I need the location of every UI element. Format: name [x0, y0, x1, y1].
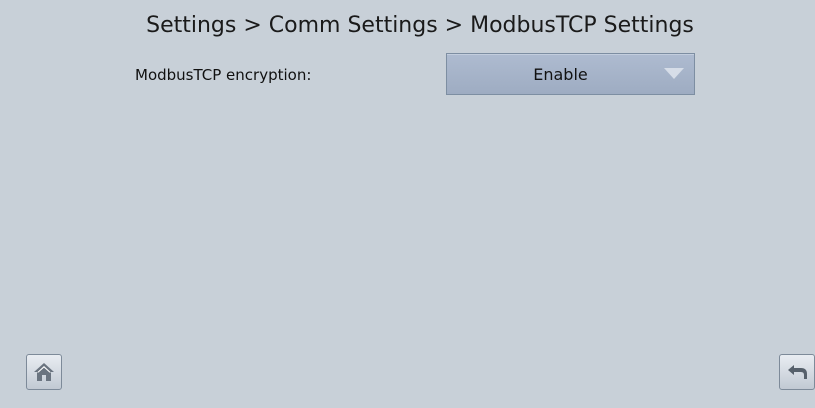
dropdown-arrow-icon: [664, 68, 684, 79]
modbustcp-encryption-value: Enable: [533, 65, 588, 84]
home-button[interactable]: [26, 354, 62, 390]
modbustcp-encryption-select[interactable]: Enable: [446, 53, 695, 95]
settings-screen: Settings > Comm Settings > ModbusTCP Set…: [0, 0, 815, 408]
home-icon: [34, 363, 54, 381]
breadcrumb: Settings > Comm Settings > ModbusTCP Set…: [146, 13, 694, 38]
back-button[interactable]: [779, 354, 815, 390]
modbustcp-encryption-label: ModbusTCP encryption:: [135, 66, 312, 84]
back-arrow-icon: [788, 365, 807, 379]
